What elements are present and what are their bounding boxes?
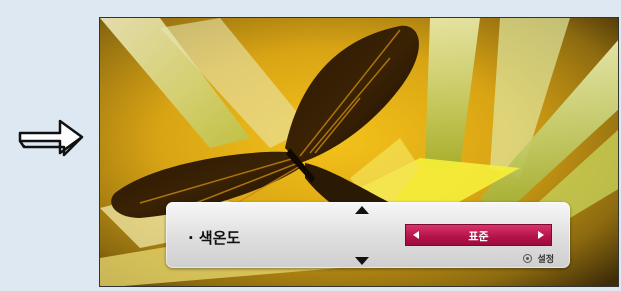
triangle-right-icon[interactable]	[538, 231, 544, 239]
triangle-up-icon[interactable]	[355, 206, 369, 214]
page: · 색온도 표준 설정	[0, 0, 621, 291]
tv-screen: · 색온도 표준 설정	[99, 17, 619, 287]
triangle-down-icon[interactable]	[355, 257, 369, 265]
value-selector[interactable]: 표준	[405, 224, 552, 246]
arrow-right-icon	[16, 109, 86, 161]
setting-label: · 색온도	[188, 229, 241, 247]
osd-menu: · 색온도 표준 설정	[166, 202, 570, 268]
ok-button-icon	[523, 254, 533, 263]
hint-label: 설정	[537, 255, 554, 265]
setting-value: 표준	[468, 230, 489, 243]
ok-hint: 설정	[523, 252, 554, 265]
